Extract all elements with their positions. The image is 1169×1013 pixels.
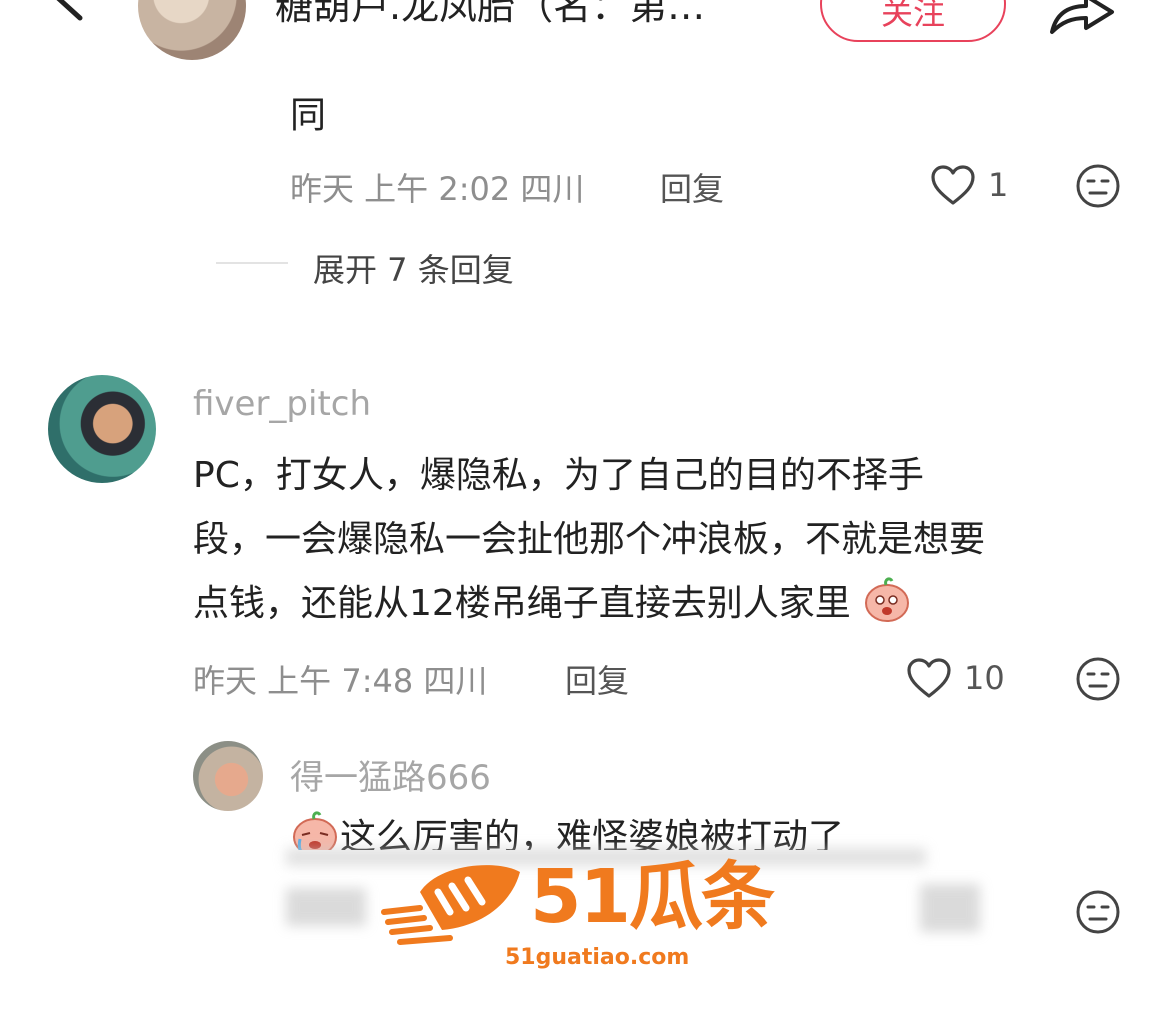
reply-user-avatar[interactable] — [193, 741, 263, 811]
comment-text: PC，打女人，爆隐私，为了自己的目的不择手 段，一会爆隐私一会扯他那个冲浪板，不… — [193, 444, 1123, 636]
heart-icon[interactable] — [930, 164, 976, 206]
reply-text: 这么厉害的，难怪婆娘被打动了 — [340, 817, 845, 850]
like-count: 1 — [988, 166, 1009, 204]
comment-timestamp: 昨天 上午 7:48 四川 — [193, 662, 488, 700]
comment-username[interactable]: fiver_pitch — [193, 384, 371, 424]
reply-timestamp: 昨天 上午 2:02 四川 — [290, 170, 585, 208]
reply-button[interactable]: 回复 — [565, 656, 629, 702]
back-icon[interactable] — [40, 0, 100, 28]
comment-line: 段，一会爆隐私一会扯他那个冲浪板，不就是想要 — [193, 519, 986, 560]
expand-divider — [216, 262, 288, 264]
expand-replies-button[interactable]: 展开 7 条回复 — [313, 245, 514, 291]
blurred-heart — [920, 884, 980, 932]
dislike-face-icon[interactable] — [1075, 889, 1121, 935]
emoji-sticker-icon — [293, 811, 337, 850]
dislike-face-icon[interactable] — [1075, 163, 1121, 209]
watermark-logo-icon — [381, 865, 520, 945]
reply-username[interactable]: 得一猛路666 — [290, 750, 491, 799]
reply-content: 这么厉害的，难怪婆娘被打动了 — [290, 806, 844, 850]
share-icon[interactable] — [1046, 0, 1118, 38]
author-avatar[interactable] — [138, 0, 246, 60]
comment-line: PC，打女人，爆隐私，为了自己的目的不择手 — [193, 455, 924, 496]
like-count: 10 — [964, 659, 1005, 697]
dislike-face-icon[interactable] — [1075, 656, 1121, 702]
blurred-meta — [286, 888, 366, 926]
author-name[interactable]: 糖葫芦.龙凤胎（名：第… — [275, 0, 705, 30]
follow-button[interactable]: 关注 — [820, 0, 1006, 42]
comment-line: 点钱，还能从12楼吊绳子直接去别人家里 — [193, 583, 851, 624]
emoji-sticker-icon — [865, 577, 910, 622]
user-avatar[interactable] — [48, 375, 156, 483]
reply-text: 同 — [290, 95, 327, 136]
watermark-brand: 51瓜条 — [530, 854, 775, 940]
heart-icon[interactable] — [906, 657, 952, 699]
watermark-url: 51guatiao.com — [505, 945, 690, 970]
reply-button[interactable]: 回复 — [660, 164, 724, 210]
